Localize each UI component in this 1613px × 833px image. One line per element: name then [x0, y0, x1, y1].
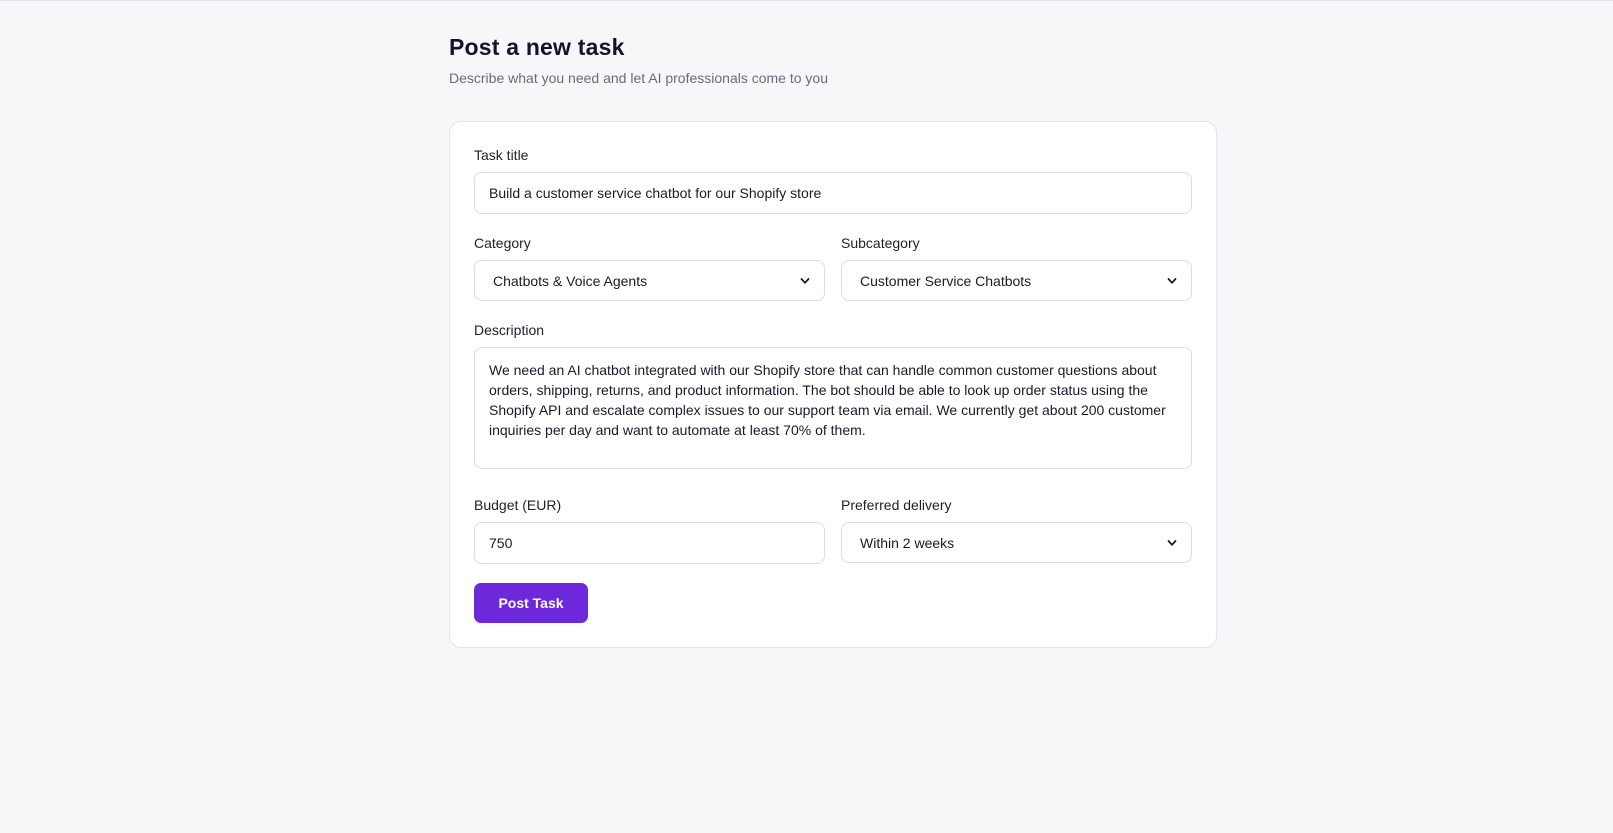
subcategory-label: Subcategory — [841, 235, 920, 251]
post-task-button[interactable]: Post Task — [474, 583, 588, 623]
page-subtitle: Describe what you need and let AI profes… — [449, 70, 828, 86]
chevron-down-icon — [800, 277, 810, 284]
task-title-value: Build a customer service chatbot for our… — [489, 185, 822, 201]
category-select[interactable]: Chatbots & Voice Agents — [474, 260, 825, 301]
delivery-select[interactable]: Within 2 weeks — [841, 522, 1192, 563]
budget-value: 750 — [489, 535, 513, 551]
page-title: Post a new task — [449, 34, 625, 60]
description-value: We need an AI chatbot integrated with ou… — [489, 362, 1166, 438]
subcategory-select[interactable]: Customer Service Chatbots — [841, 260, 1192, 301]
description-textarea[interactable]: We need an AI chatbot integrated with ou… — [474, 347, 1192, 469]
task-form-card: Task title Build a customer service chat… — [449, 121, 1217, 648]
delivery-label: Preferred delivery — [841, 497, 952, 513]
description-label: Description — [474, 322, 545, 338]
delivery-selected-value: Within 2 weeks — [860, 534, 955, 551]
category-label: Category — [474, 235, 531, 251]
chevron-down-icon — [1167, 277, 1177, 284]
budget-label: Budget (EUR) — [474, 497, 562, 513]
budget-input[interactable]: 750 — [474, 522, 825, 564]
task-title-input[interactable]: Build a customer service chatbot for our… — [474, 172, 1192, 214]
subcategory-selected-value: Customer Service Chatbots — [860, 272, 1032, 289]
category-selected-value: Chatbots & Voice Agents — [493, 272, 648, 289]
task-title-label: Task title — [474, 147, 529, 163]
chevron-down-icon — [1167, 539, 1177, 546]
